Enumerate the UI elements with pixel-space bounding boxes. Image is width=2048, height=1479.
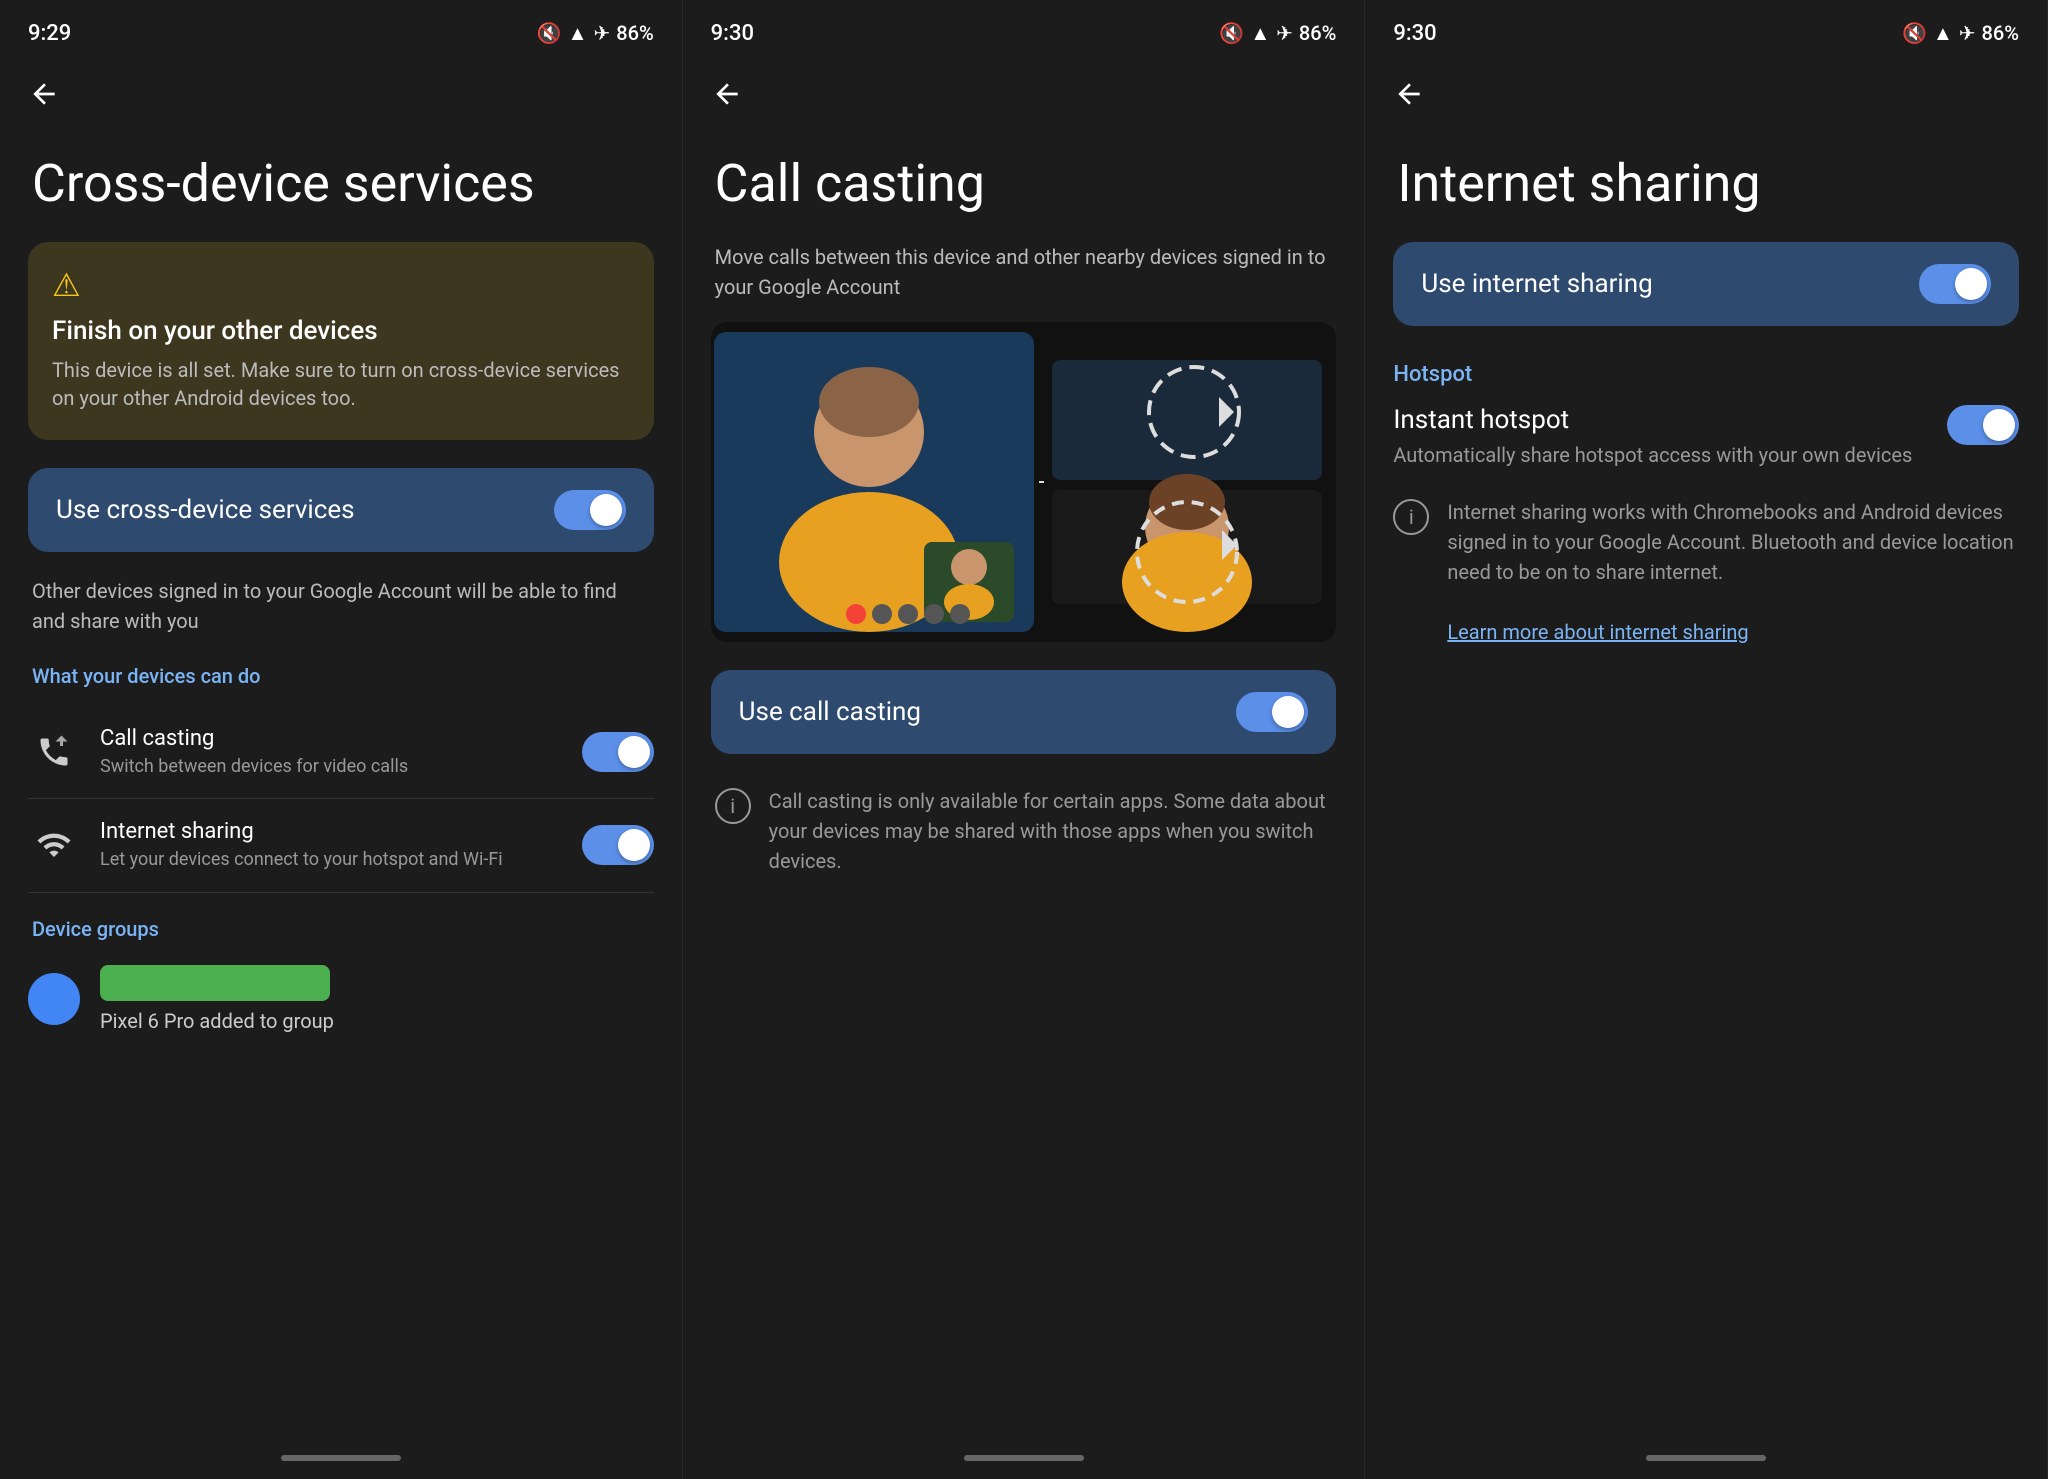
internet-sharing-toggle-card[interactable]: Use internet sharing bbox=[1393, 242, 2019, 326]
info-section-3: i Internet sharing works with Chromebook… bbox=[1393, 497, 2019, 647]
home-indicator-1 bbox=[281, 1455, 401, 1461]
warning-title: Finish on your other devices bbox=[52, 316, 630, 346]
cross-device-label: Use cross-device services bbox=[56, 495, 355, 525]
time-3: 9:30 bbox=[1393, 21, 1436, 46]
status-icons-1: 🔇 ▲ ✈ 86% bbox=[537, 21, 654, 46]
airplane-icon-2: ✈ bbox=[1276, 21, 1293, 45]
device-groups-item: Pixel 6 Pro added to group bbox=[28, 957, 654, 1041]
status-bar-1: 9:29 🔇 ▲ ✈ 86% bbox=[0, 0, 682, 58]
call-casting-info: i Call casting is only available for cer… bbox=[711, 778, 1337, 884]
feature-call-casting[interactable]: Call casting Switch between devices for … bbox=[28, 706, 654, 799]
content-1: ⚠ Finish on your other devices This devi… bbox=[0, 242, 682, 1455]
content-2: Move calls between this device and other… bbox=[683, 242, 1365, 1455]
cross-device-toggle-card[interactable]: Use cross-device services bbox=[28, 468, 654, 552]
airplane-icon: ✈ bbox=[593, 21, 610, 45]
call-casting-info-text: Call casting is only available for certa… bbox=[769, 786, 1333, 876]
status-bar-2: 9:30 🔇 ▲ ✈ 86% bbox=[683, 0, 1365, 58]
info-body-3: Internet sharing works with Chromebooks … bbox=[1447, 497, 2019, 647]
hotspot-label: Hotspot bbox=[1393, 362, 2019, 387]
time-2: 9:30 bbox=[711, 21, 754, 46]
back-button-3[interactable] bbox=[1365, 58, 2047, 130]
instant-hotspot-title: Instant hotspot bbox=[1393, 405, 1927, 435]
battery-icon-2: 86% bbox=[1299, 21, 1336, 45]
call-casting-label: Use call casting bbox=[739, 697, 921, 727]
home-indicator-3 bbox=[1646, 1455, 1766, 1461]
instant-hotspot-text: Instant hotspot Automatically share hots… bbox=[1393, 405, 1927, 469]
airplane-icon-3: ✈ bbox=[1959, 21, 1976, 45]
panel-internet-sharing: 9:30 🔇 ▲ ✈ 86% Internet sharing Use inte… bbox=[1365, 0, 2048, 1479]
instant-hotspot-desc: Automatically share hotspot access with … bbox=[1393, 441, 1927, 469]
warning-desc: This device is all set. Make sure to tur… bbox=[52, 356, 630, 412]
page-title-3: Internet sharing bbox=[1365, 130, 2047, 242]
content-3: Use internet sharing Hotspot Instant hot… bbox=[1365, 242, 2047, 1455]
call-casting-subtitle: Move calls between this device and other… bbox=[711, 242, 1337, 302]
mute-icon-2: 🔇 bbox=[1219, 21, 1244, 45]
device-avatar bbox=[28, 973, 80, 1025]
warning-card: ⚠ Finish on your other devices This devi… bbox=[28, 242, 654, 440]
wifi-icon-2: ▲ bbox=[1250, 21, 1270, 46]
back-button-2[interactable] bbox=[683, 58, 1365, 130]
home-indicator-2 bbox=[964, 1455, 1084, 1461]
page-title-1: Cross-device services bbox=[0, 130, 682, 242]
illustration-svg bbox=[714, 332, 1334, 632]
call-casting-illustration bbox=[711, 322, 1337, 642]
internet-sharing-icon bbox=[28, 819, 80, 871]
internet-sharing-name: Internet sharing bbox=[100, 819, 566, 844]
battery-icon-3: 86% bbox=[1982, 21, 2019, 45]
call-casting-text: Call casting Switch between devices for … bbox=[100, 726, 566, 778]
page-title-2: Call casting bbox=[683, 130, 1365, 242]
panel-cross-device: 9:29 🔇 ▲ ✈ 86% Cross-device services ⚠ F… bbox=[0, 0, 683, 1479]
back-button-1[interactable] bbox=[0, 58, 682, 130]
call-casting-toggle-card[interactable]: Use call casting bbox=[711, 670, 1337, 754]
mute-icon-3: 🔇 bbox=[1902, 21, 1927, 45]
internet-sharing-desc: Let your devices connect to your hotspot… bbox=[100, 848, 566, 871]
device-groups-header: Device groups bbox=[28, 917, 654, 941]
info-icon-2: i bbox=[715, 788, 751, 824]
info-icon-3: i bbox=[1393, 499, 1429, 535]
status-bar-3: 9:30 🔇 ▲ ✈ 86% bbox=[1365, 0, 2047, 58]
internet-sharing-label: Use internet sharing bbox=[1421, 269, 1652, 299]
wifi-icon-3: ▲ bbox=[1933, 21, 1953, 46]
internet-sharing-text: Internet sharing Let your devices connec… bbox=[100, 819, 566, 871]
wifi-icon: ▲ bbox=[568, 21, 588, 46]
call-casting-toggle-main[interactable] bbox=[1236, 692, 1308, 732]
cross-device-static-text: Other devices signed in to your Google A… bbox=[28, 576, 654, 636]
call-casting-icon bbox=[28, 726, 80, 778]
call-casting-name: Call casting bbox=[100, 726, 566, 751]
time-1: 9:29 bbox=[28, 21, 71, 46]
instant-hotspot-row[interactable]: Instant hotspot Automatically share hots… bbox=[1393, 405, 2019, 469]
instant-hotspot-toggle[interactable] bbox=[1947, 405, 2019, 445]
battery-icon: 86% bbox=[616, 21, 653, 45]
status-icons-3: 🔇 ▲ ✈ 86% bbox=[1902, 21, 2019, 46]
device-name: Pixel 6 Pro added to group bbox=[100, 1009, 334, 1033]
learn-more-link[interactable]: Learn more about internet sharing bbox=[1447, 620, 1748, 644]
cross-device-toggle[interactable] bbox=[554, 490, 626, 530]
panel-call-casting: 9:30 🔇 ▲ ✈ 86% Call casting Move calls b… bbox=[683, 0, 1366, 1479]
feature-internet-sharing[interactable]: Internet sharing Let your devices connec… bbox=[28, 799, 654, 892]
warning-icon: ⚠ bbox=[52, 266, 630, 304]
device-loading-bar bbox=[100, 965, 330, 1001]
mute-icon: 🔇 bbox=[537, 21, 562, 45]
call-casting-desc: Switch between devices for video calls bbox=[100, 755, 566, 778]
call-casting-toggle[interactable] bbox=[582, 732, 654, 772]
info-text-3: Internet sharing works with Chromebooks … bbox=[1447, 500, 2013, 584]
what-devices-can-do-header: What your devices can do bbox=[28, 664, 654, 688]
status-icons-2: 🔇 ▲ ✈ 86% bbox=[1219, 21, 1336, 46]
internet-sharing-toggle-main[interactable] bbox=[1919, 264, 1991, 304]
internet-sharing-toggle[interactable] bbox=[582, 825, 654, 865]
